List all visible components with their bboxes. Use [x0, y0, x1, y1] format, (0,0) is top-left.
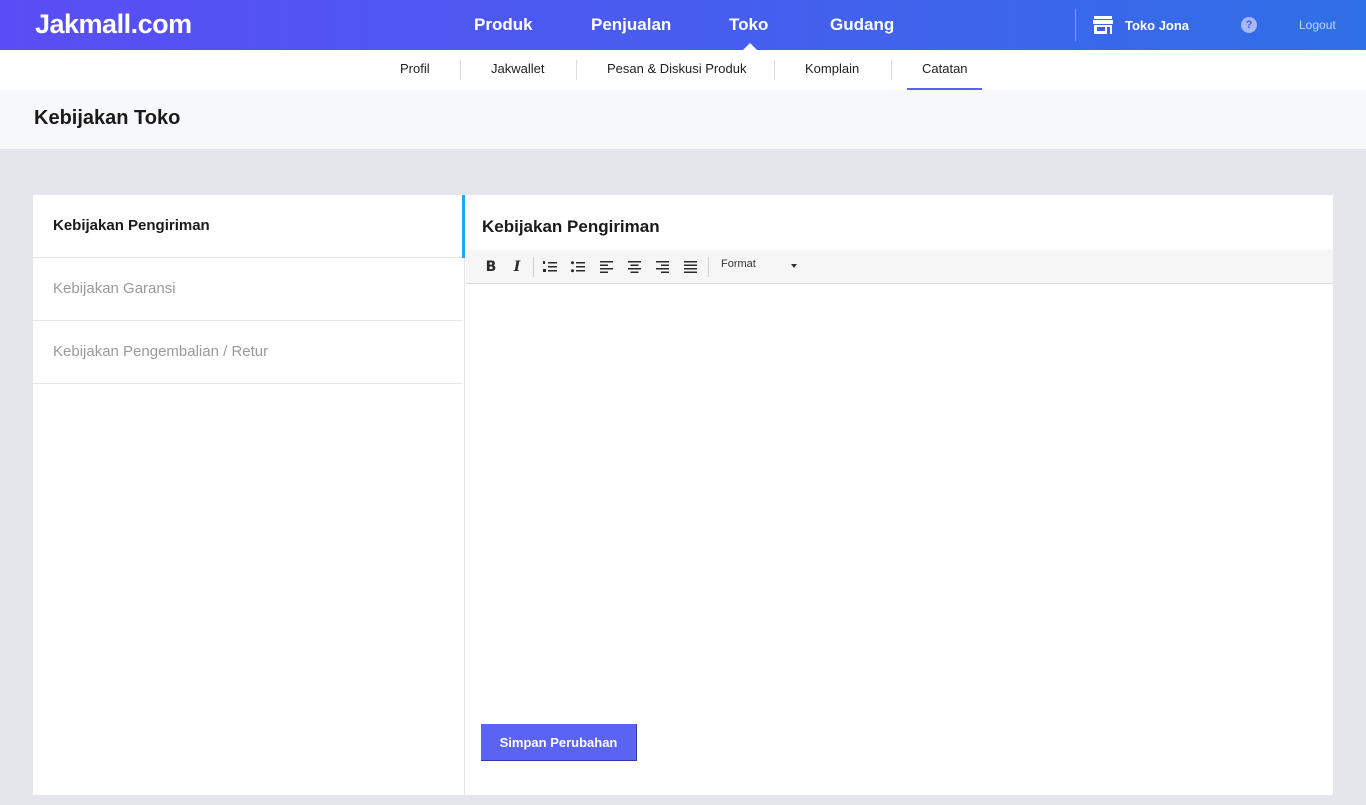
top-bar: Jakmall.com Produk Penjualan Toko Gudang…: [0, 0, 1366, 50]
ordered-list-icon[interactable]: [541, 258, 559, 276]
bullet-list-icon[interactable]: [569, 258, 587, 276]
page-title: Kebijakan Toko: [34, 107, 181, 129]
subnav-separator: [774, 60, 775, 80]
format-dropdown[interactable]: Format: [721, 258, 806, 276]
logout-link[interactable]: Logout: [1299, 18, 1336, 32]
help-icon[interactable]: ?: [1241, 17, 1257, 33]
page-header: Kebijakan Toko: [0, 90, 1366, 150]
nav-produk[interactable]: Produk: [474, 15, 533, 35]
italic-button[interactable]: I: [508, 258, 526, 276]
top-divider: [1075, 9, 1076, 41]
subnav-jakwallet[interactable]: Jakwallet: [491, 61, 544, 76]
nav-toko[interactable]: Toko: [729, 15, 768, 35]
subnav-separator: [891, 60, 892, 80]
bold-button[interactable]: B: [482, 258, 500, 276]
nav-penjualan[interactable]: Penjualan: [591, 15, 671, 35]
align-left-icon[interactable]: [597, 258, 615, 276]
editor-pane: Kebijakan Pengiriman B I Format Simpan P…: [466, 195, 1333, 795]
nav-gudang[interactable]: Gudang: [830, 15, 894, 35]
toolbar-separator: [533, 257, 534, 277]
store-icon: [1093, 16, 1113, 34]
subnav-separator: [576, 60, 577, 80]
subnav-catatan[interactable]: Catatan: [922, 61, 968, 76]
policy-sidebar: Kebijakan Pengiriman Kebijakan Garansi K…: [33, 195, 465, 795]
store-menu[interactable]: Toko Jona: [1093, 15, 1189, 35]
format-label: Format: [721, 258, 756, 270]
jakmall-logo[interactable]: Jakmall.com: [35, 9, 192, 40]
subnav-profil[interactable]: Profil: [400, 61, 430, 76]
sidebar-item-kebijakan-garansi[interactable]: Kebijakan Garansi: [33, 258, 462, 321]
editor-toolbar: B I Format: [466, 250, 1333, 284]
subnav-separator: [460, 60, 461, 80]
align-center-icon[interactable]: [625, 258, 643, 276]
sub-nav: Profil Jakwallet Pesan & Diskusi Produk …: [0, 50, 1366, 90]
chevron-down-icon: [791, 264, 797, 268]
editor-title: Kebijakan Pengiriman: [482, 217, 660, 236]
toolbar-separator: [708, 257, 709, 277]
sidebar-item-label: Kebijakan Pengiriman: [53, 217, 210, 234]
policy-text-editor[interactable]: [466, 285, 1333, 705]
sidebar-item-label: Kebijakan Garansi: [53, 280, 176, 297]
align-right-icon[interactable]: [653, 258, 671, 276]
save-changes-button[interactable]: Simpan Perubahan: [481, 724, 637, 761]
sidebar-item-kebijakan-pengiriman[interactable]: Kebijakan Pengiriman: [33, 195, 465, 258]
align-justify-icon[interactable]: [681, 258, 699, 276]
sidebar-item-kebijakan-pengembalian[interactable]: Kebijakan Pengembalian / Retur: [33, 321, 462, 384]
policy-card: Kebijakan Pengiriman Kebijakan Garansi K…: [33, 195, 1333, 795]
subnav-pesan-diskusi[interactable]: Pesan & Diskusi Produk: [607, 61, 746, 76]
subnav-komplain[interactable]: Komplain: [805, 61, 859, 76]
sidebar-item-label: Kebijakan Pengembalian / Retur: [53, 343, 269, 360]
store-name: Toko Jona: [1125, 17, 1190, 33]
active-nav-caret: [743, 43, 757, 50]
